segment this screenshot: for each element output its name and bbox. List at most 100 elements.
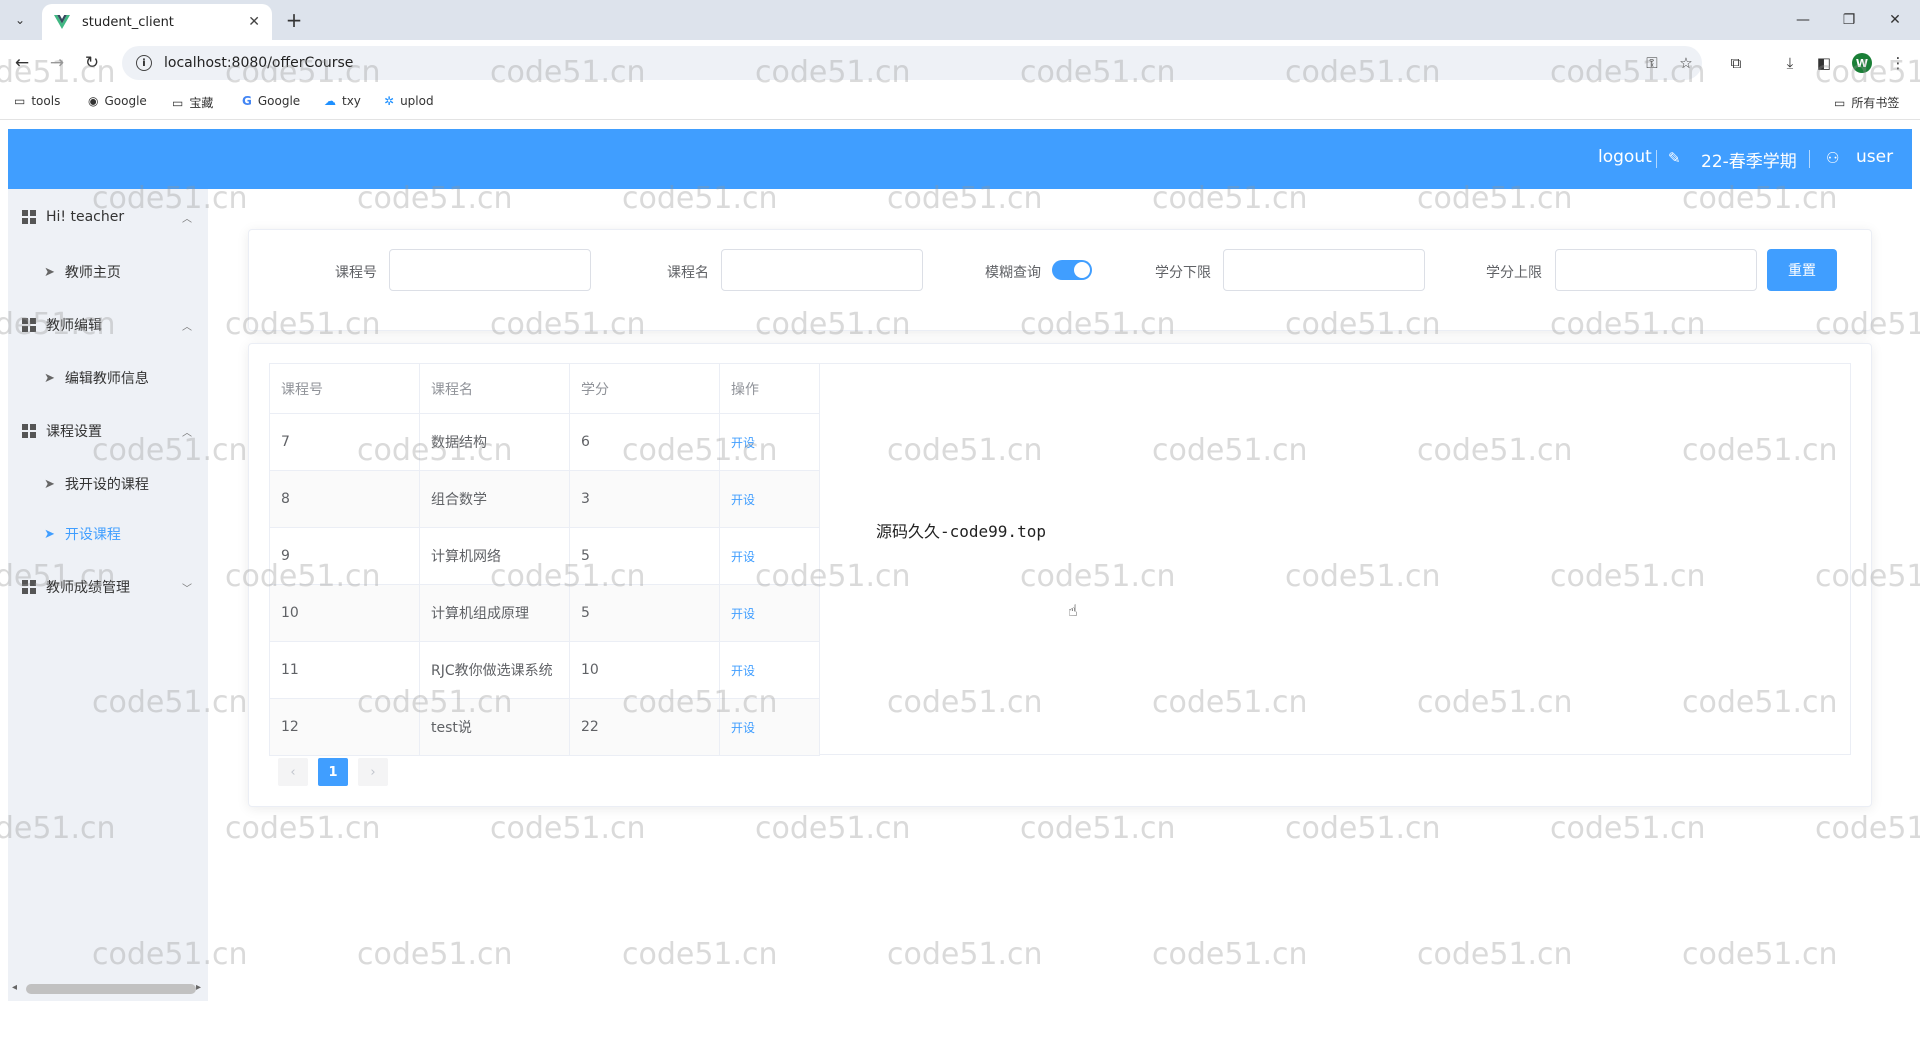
address-bar[interactable]: i localhost:8080/offerCourse xyxy=(122,46,1702,80)
header-divider xyxy=(1656,150,1657,168)
extensions-icon[interactable]: ⧉ xyxy=(1724,51,1748,75)
column-header-operation: 操作 xyxy=(719,363,820,414)
tab-list-icon[interactable]: ⌄ xyxy=(8,8,32,32)
menu-icon[interactable]: ⋮ xyxy=(1886,51,1910,75)
scroll-right-icon[interactable]: ▸ xyxy=(196,982,201,993)
cell-credit: 3 xyxy=(569,470,720,528)
send-icon: ➤ xyxy=(44,264,55,280)
course-table: 课程号 课程名 学分 操作 7 数据结构 6 开设 8 组合数学 3 开设 9 … xyxy=(269,363,820,756)
credit-min-label: 学分下限 xyxy=(1155,265,1211,281)
header-divider xyxy=(1809,150,1810,168)
bookmark-google[interactable]: ◉ Google xyxy=(88,94,147,108)
table-row: 9 计算机网络 5 开设 xyxy=(269,527,820,585)
sidebar-item-my-courses[interactable]: ➤ 我开设的课程 xyxy=(44,474,149,494)
sidebar-group-teacher-edit[interactable]: 教师编辑 ︿ xyxy=(22,315,192,335)
grid-icon xyxy=(22,318,36,332)
logout-link[interactable]: logout xyxy=(1598,147,1652,167)
cell-course-name: RJC教你做选课系统 xyxy=(419,641,570,699)
send-icon: ➤ xyxy=(44,476,55,492)
download-icon[interactable]: ⤓ xyxy=(1778,51,1802,75)
forward-icon[interactable]: → xyxy=(45,51,69,75)
term-label[interactable]: 22-春季学期 xyxy=(1701,147,1797,172)
cell-credit: 5 xyxy=(569,527,720,585)
paperclip-icon: ✎ xyxy=(1668,149,1681,167)
sidebar-item-offer-course[interactable]: ➤ 开设课程 xyxy=(44,524,121,544)
google-icon: G xyxy=(242,94,252,108)
back-icon[interactable]: ← xyxy=(10,51,34,75)
cell-course-name: 数据结构 xyxy=(419,413,570,471)
switch-knob xyxy=(1074,262,1090,278)
reset-button[interactable]: 重置 xyxy=(1767,249,1837,291)
cell-course-name: test说 xyxy=(419,698,570,756)
offer-course-button[interactable]: 开设 xyxy=(731,436,755,450)
offer-course-button[interactable]: 开设 xyxy=(731,664,755,678)
cell-course-name: 计算机网络 xyxy=(419,527,570,585)
scroll-left-icon[interactable]: ◂ xyxy=(12,982,17,993)
course-id-label: 课程号 xyxy=(335,265,377,281)
grid-icon xyxy=(22,424,36,438)
bookmark-star-icon[interactable]: ☆ xyxy=(1674,51,1698,75)
scrollbar-thumb[interactable] xyxy=(26,984,196,994)
sidepanel-icon[interactable]: ◧ xyxy=(1812,51,1836,75)
cell-course-name: 组合数学 xyxy=(419,470,570,528)
cell-credit: 6 xyxy=(569,413,720,471)
browser-tabbar: ⌄ student_client ✕ + — ❐ ✕ xyxy=(0,0,1920,40)
sidebar-scrollbar[interactable]: ◂ ▸ xyxy=(8,980,204,996)
key-icon[interactable]: ⚿ xyxy=(1640,51,1664,75)
user-icon: ⚇ xyxy=(1826,149,1840,167)
site-info-icon[interactable]: i xyxy=(136,55,152,71)
vue-icon xyxy=(54,15,70,29)
watermark-text: code51.cn xyxy=(1682,937,1838,972)
grid-icon xyxy=(22,210,36,224)
watermark-text: code51.cn xyxy=(490,811,646,846)
watermark-text: code51.cn xyxy=(225,811,381,846)
cell-course-id: 7 xyxy=(269,413,420,471)
new-tab-icon[interactable]: + xyxy=(282,8,306,32)
cluster-icon: ✲ xyxy=(384,94,395,108)
bookmark-uplod[interactable]: ✲ uplod xyxy=(384,94,434,108)
chevron-up-icon: ︿ xyxy=(182,213,192,225)
table-row: 10 计算机组成原理 5 开设 xyxy=(269,584,820,642)
sidebar-item-edit-teacher-info[interactable]: ➤ 编辑教师信息 xyxy=(44,368,149,388)
table-row: 8 组合数学 3 开设 xyxy=(269,470,820,528)
sidebar-group-course-settings[interactable]: 课程设置 ︿ xyxy=(22,421,192,441)
browser-tab[interactable]: student_client ✕ xyxy=(42,4,272,40)
url-text: localhost:8080/offerCourse xyxy=(164,55,354,71)
reload-icon[interactable]: ↻ xyxy=(80,51,104,75)
all-bookmarks[interactable]: ▭ 所有书签 xyxy=(1834,94,1899,111)
bookmarks-bar: ▭ tools ◉ Google ▭ 宝藏 G Google ☁ txy ✲ uplod ▭… xyxy=(0,86,1920,120)
offer-course-button[interactable]: 开设 xyxy=(731,493,755,507)
offer-course-button[interactable]: 开设 xyxy=(731,550,755,564)
watermark-text: code51.cn xyxy=(357,937,513,972)
profile-avatar[interactable]: W xyxy=(1850,51,1874,75)
sidebar-group-grade-management[interactable]: 教师成绩管理 ﹀ xyxy=(22,577,192,597)
bookmark-tools[interactable]: ▭ tools xyxy=(14,94,60,108)
course-name-input[interactable] xyxy=(721,249,923,291)
bookmark-google-2[interactable]: G Google xyxy=(242,94,300,108)
close-window-icon[interactable]: ✕ xyxy=(1872,0,1918,40)
tab-close-icon[interactable]: ✕ xyxy=(248,14,260,30)
watermark-text: code51.cn xyxy=(1550,811,1706,846)
next-page-button[interactable]: › xyxy=(358,758,388,786)
bookmark-txy[interactable]: ☁ txy xyxy=(324,94,361,108)
restore-icon[interactable]: ❐ xyxy=(1826,0,1872,40)
page-1-button[interactable]: 1 xyxy=(318,758,348,786)
offer-course-button[interactable]: 开设 xyxy=(731,721,755,735)
folder-icon: ▭ xyxy=(172,95,184,110)
credit-max-input[interactable] xyxy=(1555,249,1757,291)
bookmark-treasure[interactable]: ▭ 宝藏 xyxy=(172,94,213,111)
prev-page-button[interactable]: ‹ xyxy=(278,758,308,786)
send-icon: ➤ xyxy=(44,526,55,542)
minimize-icon[interactable]: — xyxy=(1780,0,1826,40)
watermark-text: code51.cn xyxy=(887,937,1043,972)
sidebar-item-teacher-home[interactable]: ➤ 教师主页 xyxy=(44,262,121,282)
column-header-course-name: 课程名 xyxy=(419,363,570,414)
watermark-text: code51.cn xyxy=(1815,811,1920,846)
offer-course-button[interactable]: 开设 xyxy=(731,607,755,621)
course-id-input[interactable] xyxy=(389,249,591,291)
credit-min-input[interactable] xyxy=(1223,249,1425,291)
fuzzy-query-switch[interactable] xyxy=(1052,260,1092,280)
sidebar-group-hi-teacher[interactable]: Hi! teacher ︿ xyxy=(22,209,192,225)
user-label[interactable]: user xyxy=(1856,147,1893,167)
folder-icon: ▭ xyxy=(1834,95,1846,110)
